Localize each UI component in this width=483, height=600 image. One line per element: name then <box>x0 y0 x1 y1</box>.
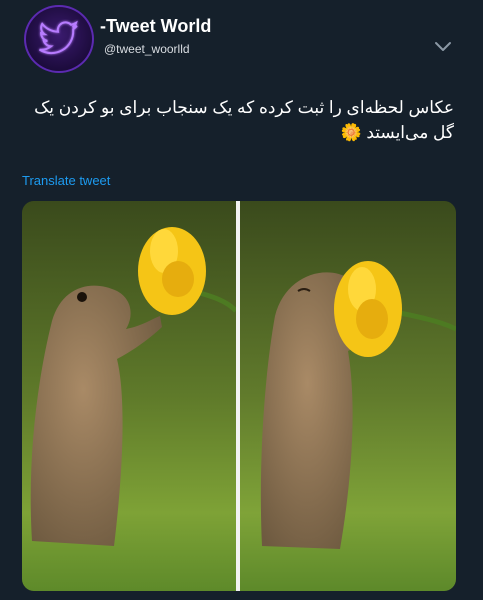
squirrel-smelling-flower-image[interactable] <box>240 201 456 591</box>
twitter-bird-icon <box>39 20 78 55</box>
tweet-text: عکاس لحظه‌ای را ثبت کرده که یک سنجاب برا… <box>34 98 454 142</box>
tweet-media[interactable] <box>22 201 456 591</box>
squirrel-reaching-flower-image[interactable] <box>22 201 236 591</box>
chevron-down-icon[interactable] <box>433 39 453 55</box>
avatar[interactable] <box>24 5 94 73</box>
translate-tweet-link[interactable]: Translate tweet <box>22 173 110 188</box>
account-handle[interactable]: @tweet_woorlld <box>104 42 190 56</box>
account-name[interactable]: -Tweet World <box>100 16 211 37</box>
